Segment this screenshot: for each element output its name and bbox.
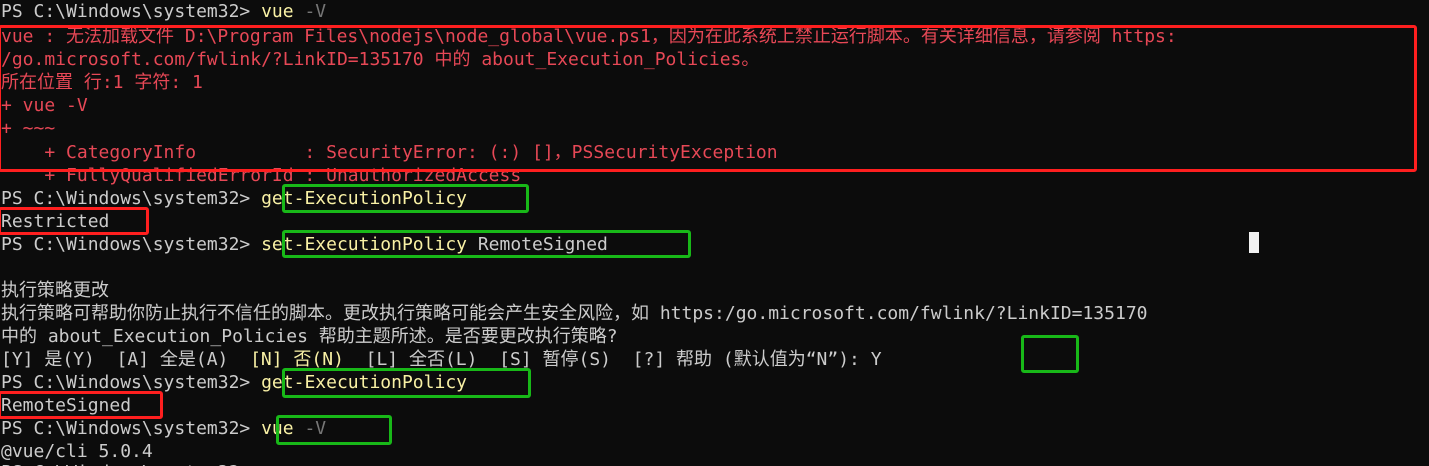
choice-options: [L] 全否(L) [S] 暂停(S) [?] 帮助 (默认值为“N”): [343, 349, 850, 370]
command-arg: -V: [293, 1, 327, 22]
prompt: PS C:\Windows\system32>: [1, 188, 262, 209]
prompt: PS C:\Windows\system32>: [1, 418, 262, 439]
prompt: PS C:\Windows\system32>: [1, 1, 262, 22]
command-highlight-box: [276, 415, 392, 445]
command-highlight-box: [282, 368, 531, 398]
choice-options: [Y] 是(Y) [A] 全是(A): [1, 349, 251, 370]
output-highlight-box: [0, 391, 163, 419]
prompt-line: PS C:\Windows\system32> vue -V: [1, 0, 326, 23]
output-highlight-box: [0, 207, 149, 235]
output-line: 执行策略更改: [1, 280, 109, 301]
choice-answer: : Y: [849, 349, 882, 370]
command-highlight-box: [282, 230, 691, 258]
answer-highlight-box: [1021, 335, 1079, 373]
output-line: 中的 about_Execution_Policies 帮助主题所述。是否要更改…: [1, 326, 618, 347]
command-highlight-box: [282, 184, 529, 213]
prompt: PS C:\Windows\system32>: [1, 372, 262, 393]
error-highlight-box: [0, 25, 1417, 172]
output-line: 执行策略可帮助你防止执行不信任的脚本。更改执行策略可能会产生安全风险，如 htt…: [1, 303, 1148, 324]
output-line: @vue/cli 5.0.4: [1, 441, 153, 462]
prompt-line: PS C:\Windows\system32>: [1, 461, 261, 466]
choice-default: [N] 否(N): [250, 349, 344, 370]
powershell-terminal[interactable]: PS C:\Windows\system32> vue -V vue : 无法加…: [0, 0, 1429, 466]
terminal-cursor: [1249, 232, 1259, 253]
prompt: PS C:\Windows\system32>: [1, 234, 262, 255]
command: vue: [261, 1, 294, 22]
prompt: PS C:\Windows\system32>: [1, 462, 261, 466]
